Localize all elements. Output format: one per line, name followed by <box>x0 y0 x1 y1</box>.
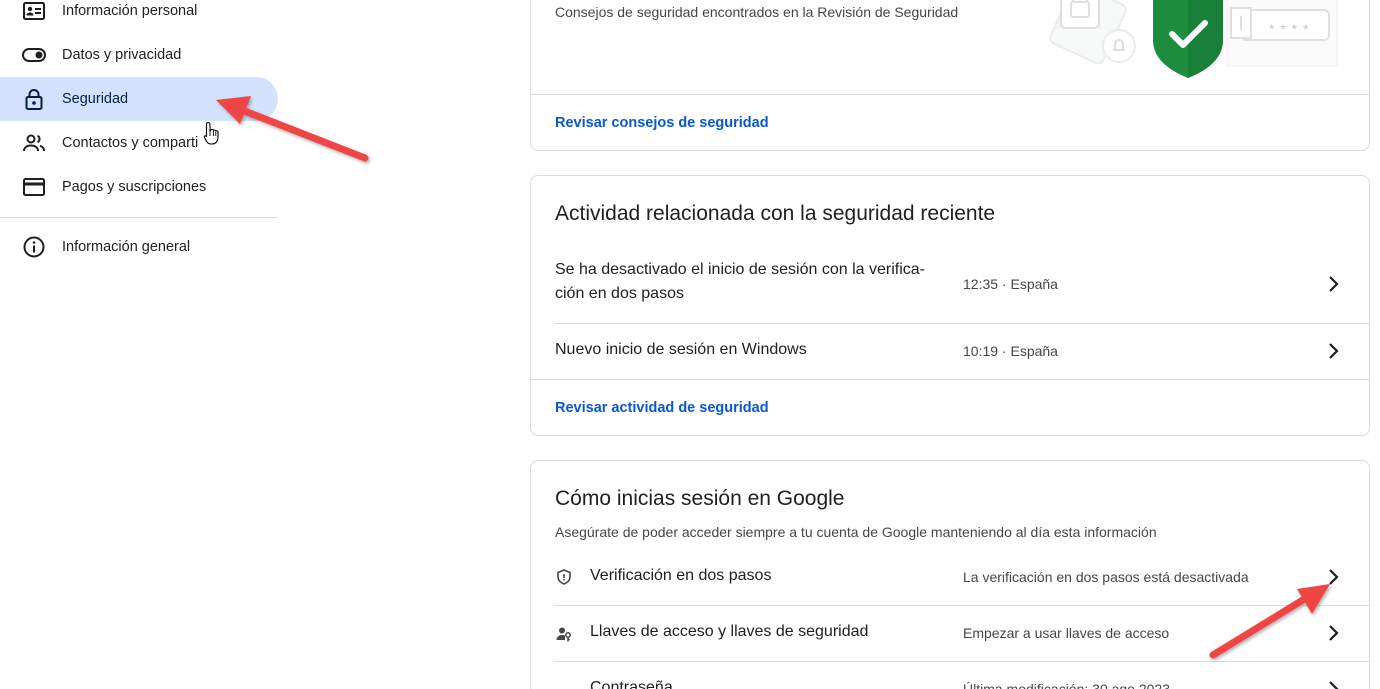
recent-activity-title: Actividad relacionada con la seguridad r… <box>555 202 996 225</box>
id-card-icon <box>22 0 46 22</box>
signin-card-subtitle: Asegúrate de poder acceder siempre a tu … <box>555 524 1157 540</box>
sidebar-item-label: Datos y privacidad <box>62 47 182 63</box>
activity-row[interactable]: Nuevo inicio de sesión en Windows 10:19 … <box>555 324 1369 379</box>
activity-row-text-line2: ción en dos pasos <box>555 285 684 302</box>
signin-row-label: Llaves de acceso y llaves de seguridad <box>590 623 869 640</box>
security-illustration: * * * * <box>1041 0 1341 80</box>
people-icon <box>22 132 46 154</box>
chevron-right-icon <box>1329 276 1339 292</box>
lock-icon <box>22 88 46 110</box>
review-security-tips-link[interactable]: Revisar consejos de seguridad <box>555 115 769 131</box>
activity-row[interactable]: Se ha desactivado el inicio de sesión co… <box>555 256 1369 324</box>
sidebar-item-label: Contactos y comparti <box>62 135 199 151</box>
sidebar-item-label: Seguridad <box>62 91 129 107</box>
signin-row-meta: Última modificación: 30 ago 2023 <box>963 681 1171 689</box>
signin-methods-card: Cómo inicias sesión en Google Asegúrate … <box>530 460 1370 689</box>
activity-row-text: Nuevo inicio de sesión en Windows <box>555 341 807 358</box>
chevron-right-icon <box>1329 343 1339 359</box>
sidebar-item-label: Información general <box>62 239 191 255</box>
sidebar-item-personal-info[interactable]: Información personal <box>0 0 278 33</box>
sidebar-item-label: Pagos y suscripciones <box>62 179 207 195</box>
sidebar-divider <box>0 217 277 218</box>
signin-row-label: Contraseña <box>590 679 673 689</box>
chevron-right-icon <box>1329 625 1339 641</box>
activity-row-meta: 12:35 · España <box>963 276 1058 292</box>
chevron-right-icon <box>1329 681 1339 689</box>
card-divider <box>531 379 1369 380</box>
sidebar-item-about[interactable]: Información general <box>0 225 278 269</box>
shield-icon <box>555 568 573 586</box>
recent-security-activity-card: Actividad relacionada con la seguridad r… <box>530 175 1370 436</box>
security-tips-subtitle: Consejos de seguridad encontrados en la … <box>555 4 959 20</box>
credit-card-icon <box>22 176 46 198</box>
signin-card-title: Cómo inicias sesión en Google <box>555 487 845 510</box>
activity-row-meta: 10:19 · España <box>963 343 1058 359</box>
signin-row-label: Verificación en dos pasos <box>590 567 772 584</box>
signin-row-password[interactable]: Contraseña Última modificación: 30 ago 2… <box>555 662 1369 689</box>
password-mask-text: * * * * <box>1269 21 1309 37</box>
sidebar-item-payments[interactable]: Pagos y suscripciones <box>0 165 278 209</box>
review-security-activity-link[interactable]: Revisar actividad de seguridad <box>555 400 769 416</box>
sidebar-item-security[interactable]: Seguridad <box>0 77 278 121</box>
sidebar-item-contacts-sharing[interactable]: Contactos y comparti <box>0 121 278 165</box>
card-divider <box>531 94 1369 95</box>
asterisks-icon <box>555 682 573 689</box>
activity-row-text: Se ha desactivado el inicio de sesión co… <box>555 258 945 306</box>
toggle-icon <box>22 44 46 66</box>
shield-check-illustration-icon: * * * * <box>1049 0 1338 78</box>
signin-row-meta: La verificación en dos pasos está desact… <box>963 569 1249 585</box>
sidebar-nav: Información personal Datos y privacidad … <box>0 0 280 689</box>
signin-row-2step-verification[interactable]: Verificación en dos pasos La verificació… <box>555 549 1369 605</box>
sidebar-item-label: Información personal <box>62 3 198 19</box>
activity-row-text-line1: Se ha desactivado el inicio de sesión co… <box>555 261 925 278</box>
sidebar-item-data-privacy[interactable]: Datos y privacidad <box>0 33 278 77</box>
signin-row-passkeys[interactable]: Llaves de acceso y llaves de seguridad E… <box>555 606 1369 661</box>
chevron-right-icon <box>1329 569 1339 585</box>
signin-row-meta: Empezar a usar llaves de acceso <box>963 625 1170 641</box>
person-key-icon <box>555 625 573 643</box>
security-tips-card: Consejos de seguridad encontrados en la … <box>530 0 1370 151</box>
info-icon <box>22 236 46 258</box>
